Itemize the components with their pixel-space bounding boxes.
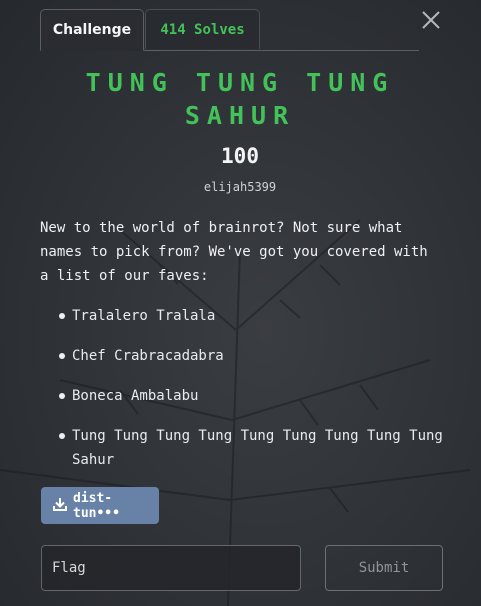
file-label: dist-tun••• [73, 490, 120, 521]
list-item: Boneca Ambalabu [56, 384, 446, 408]
name-list: Tralalero Tralala Chef Crabracadabra Bon… [56, 304, 446, 488]
flag-input[interactable] [41, 545, 301, 591]
challenge-title: TUNG TUNG TUNG SAHUR [85, 68, 395, 130]
challenge-author: elijah5399 [203, 180, 277, 194]
tab-solves[interactable]: 414 Solves [145, 9, 260, 49]
download-icon [53, 497, 73, 515]
challenge-points: 100 [221, 144, 259, 168]
list-item: Tralalero Tralala [56, 304, 446, 328]
list-item: Chef Crabracadabra [56, 344, 446, 368]
close-icon[interactable] [420, 9, 442, 31]
tab-challenge[interactable]: Challenge [40, 9, 144, 51]
modal-tabs: Challenge 414 Solves [40, 9, 419, 51]
submit-button[interactable]: Submit [325, 545, 443, 591]
challenge-description: New to the world of brainrot? Not sure w… [40, 220, 428, 284]
list-item: Tung Tung Tung Tung Tung Tung Tung Tung … [56, 424, 446, 472]
download-file-button[interactable]: dist-tun••• [41, 487, 159, 524]
